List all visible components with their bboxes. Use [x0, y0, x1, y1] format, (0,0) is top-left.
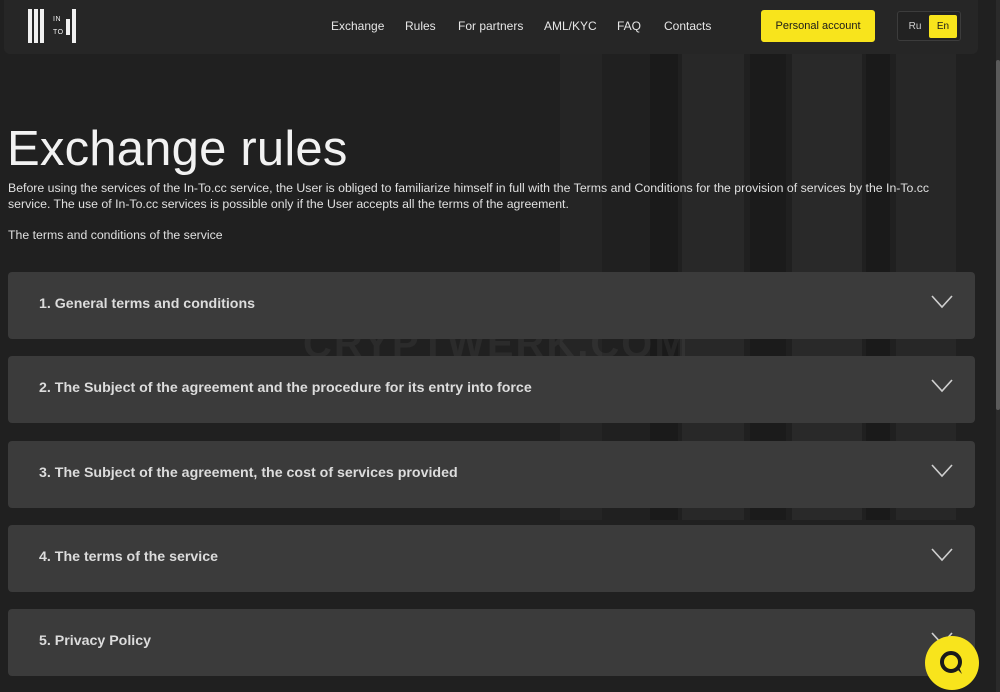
section-title: 3. The Subject of the agreement, the cos…	[39, 465, 458, 481]
page: IN TO Exchange Rules For partners AML/KY…	[0, 0, 1000, 692]
chevron-down-icon	[931, 464, 953, 478]
chat-button[interactable]	[925, 636, 979, 690]
section-title: 2. The Subject of the agreement and the …	[39, 380, 532, 396]
chevron-down-icon	[931, 548, 953, 562]
terms-and-conditions-label: The terms and conditions of the service	[8, 228, 223, 242]
personal-account-button[interactable]: Personal account	[761, 10, 875, 42]
nav-rules[interactable]: Rules	[405, 19, 436, 33]
language-switcher: Ru En	[897, 11, 961, 41]
nav-exchange[interactable]: Exchange	[331, 19, 384, 33]
logo-text-to: TO	[53, 29, 64, 36]
nav-faq[interactable]: FAQ	[617, 19, 641, 33]
intro-text: Before using the services of the In-To.c…	[8, 181, 930, 211]
chevron-down-icon	[931, 295, 953, 309]
top-header: IN TO Exchange Rules For partners AML/KY…	[4, 0, 978, 54]
accordion-section-1[interactable]: 1. General terms and conditions	[8, 272, 975, 339]
section-title: 4. The terms of the service	[39, 549, 218, 565]
section-title: 5. Privacy Policy	[39, 633, 151, 649]
lang-en-button[interactable]: En	[929, 15, 957, 38]
accordion-section-3[interactable]: 3. The Subject of the agreement, the cos…	[8, 441, 975, 508]
lang-ru-button[interactable]: Ru	[901, 15, 929, 38]
nav-for-partners[interactable]: For partners	[458, 19, 523, 33]
accordion-section-5[interactable]: 5. Privacy Policy	[8, 609, 975, 676]
in-to-logo[interactable]: IN TO	[28, 9, 84, 45]
scrollbar-thumb[interactable]	[996, 60, 1000, 410]
nav-contacts[interactable]: Contacts	[664, 19, 711, 33]
chevron-down-icon	[931, 379, 953, 393]
page-title: Exchange rules	[7, 122, 348, 176]
chat-bubble-icon	[940, 651, 962, 674]
accordion-section-2[interactable]: 2. The Subject of the agreement and the …	[8, 356, 975, 423]
section-title: 1. General terms and conditions	[39, 296, 256, 312]
nav-aml-kyc[interactable]: AML/KYC	[544, 19, 597, 33]
accordion-section-4[interactable]: 4. The terms of the service	[8, 525, 975, 592]
logo-text-in: IN	[53, 16, 61, 23]
